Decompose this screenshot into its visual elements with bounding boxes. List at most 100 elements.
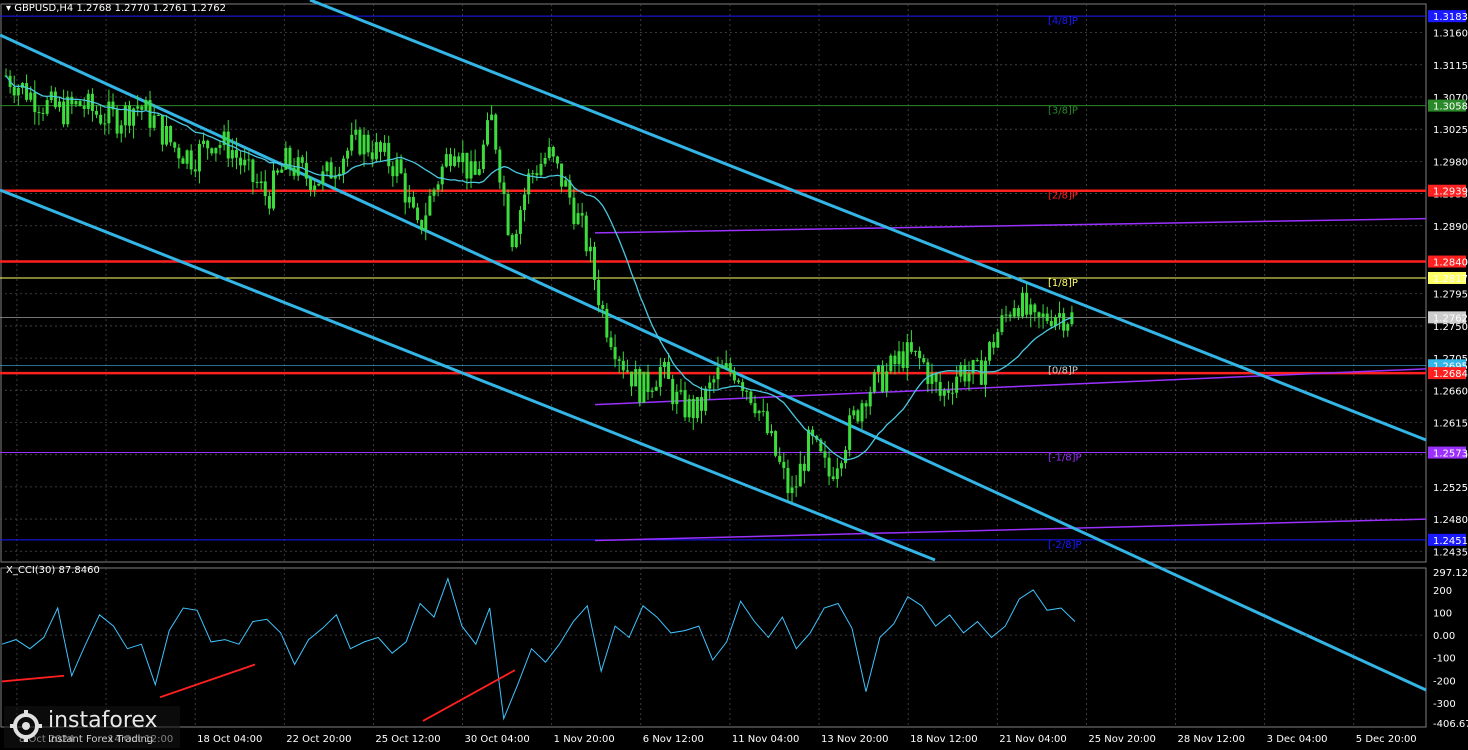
price-tick-label: 1.2795 — [1433, 290, 1468, 301]
candle-body — [712, 379, 716, 383]
candle-body — [407, 196, 411, 203]
time-tick-label: 5 Dec 20:00 — [1356, 734, 1417, 745]
price-label-text: 1.2451 — [1433, 536, 1468, 547]
candle-body — [827, 457, 831, 477]
candle-body — [720, 367, 724, 369]
price-label-text: 1.3183 — [1433, 12, 1468, 23]
candle-body — [1029, 304, 1033, 315]
candle-body — [206, 140, 210, 149]
cci-tick-label: 297.1248 — [1433, 568, 1468, 579]
time-tick-label: 6 Nov 12:00 — [643, 734, 704, 745]
candle-body — [996, 332, 1000, 348]
candle-body — [247, 159, 251, 161]
candle-body — [136, 106, 140, 109]
candle-body — [609, 337, 613, 348]
candle-body — [276, 170, 280, 173]
candle-body — [560, 163, 564, 187]
candle-body — [889, 355, 893, 372]
candle-body — [420, 220, 424, 230]
cci-tick-label: -300 — [1433, 699, 1456, 710]
candle-body — [374, 142, 378, 160]
candle-body — [263, 181, 267, 197]
candle-body — [436, 184, 440, 190]
candle-body — [346, 150, 350, 159]
candle-body — [922, 358, 926, 363]
candle-body — [975, 360, 979, 362]
time-tick-label: 22 Oct 20:00 — [286, 734, 351, 745]
candle-body — [885, 371, 889, 392]
candle-body — [160, 114, 164, 145]
candle-body — [399, 159, 403, 174]
price-tick-label: 1.2615 — [1433, 419, 1468, 430]
candle-body — [683, 390, 687, 418]
murrey-label: [-1/8]P — [1048, 453, 1082, 464]
candle-body — [671, 378, 675, 405]
candle-body — [255, 182, 259, 184]
price-tick-label: 1.2435 — [1433, 547, 1468, 558]
candle-body — [424, 215, 428, 230]
candle-body — [955, 376, 959, 393]
candle-body — [1041, 313, 1045, 317]
candle-body — [798, 463, 802, 487]
price-tick-label: 1.3160 — [1433, 29, 1468, 40]
candle-body — [790, 487, 794, 494]
candle-body — [918, 350, 922, 359]
candle-body — [82, 106, 86, 109]
candle-body — [53, 91, 57, 108]
candle-body — [963, 365, 967, 382]
candle-body — [259, 181, 263, 184]
candle-body — [617, 359, 621, 361]
candle-body — [494, 114, 498, 150]
candle-body — [757, 410, 761, 414]
candle-body — [481, 144, 485, 170]
candle-body — [938, 381, 942, 396]
candle-body — [667, 361, 671, 379]
candle-body — [62, 101, 66, 125]
candle-body — [946, 390, 950, 393]
candle-body — [630, 371, 634, 387]
candle-body — [502, 182, 506, 194]
candle-body — [625, 370, 629, 372]
candle-body — [704, 388, 708, 411]
candle-body — [555, 156, 559, 164]
candle-body — [593, 246, 596, 280]
candle-body — [58, 101, 61, 108]
candle-body — [926, 362, 930, 384]
cci-header: X_CCI(30) 87.8460 — [6, 565, 100, 576]
price-label-text: 1.2573 — [1433, 449, 1468, 460]
candle-body — [486, 120, 489, 145]
candle-body — [95, 110, 99, 115]
candle-body — [193, 169, 197, 172]
candle-body — [934, 373, 938, 382]
candle-body — [852, 410, 856, 416]
candle-body — [243, 159, 247, 166]
time-tick-label: 21 Nov 04:00 — [999, 734, 1066, 745]
candle-body — [662, 361, 666, 367]
candle-body — [239, 157, 243, 166]
candle-body — [872, 372, 876, 392]
candle-body — [432, 189, 436, 196]
candle-body — [761, 410, 765, 412]
cci-tick-label: -100 — [1433, 654, 1456, 665]
price-tick-label: 1.2480 — [1433, 515, 1468, 526]
candle-body — [691, 398, 695, 419]
candle-body — [807, 429, 810, 471]
candle-body — [300, 157, 304, 163]
candle-body — [510, 234, 514, 248]
time-tick-label: 13 Nov 20:00 — [821, 734, 888, 745]
candle-body — [597, 279, 601, 306]
candle-body — [1037, 312, 1041, 317]
murrey-label: [4/8]P — [1048, 16, 1078, 27]
time-tick-label: 1 Nov 20:00 — [554, 734, 615, 745]
candle-body — [988, 342, 992, 361]
candle-body — [642, 371, 646, 403]
candle-body — [448, 154, 452, 166]
candle-body — [453, 156, 457, 166]
candle-body — [658, 366, 662, 387]
candle-body — [416, 207, 420, 221]
candle-body — [267, 196, 271, 209]
candle-body — [728, 363, 732, 372]
candle-body — [576, 213, 580, 225]
candle-body — [864, 403, 868, 407]
candle-body — [881, 365, 885, 392]
